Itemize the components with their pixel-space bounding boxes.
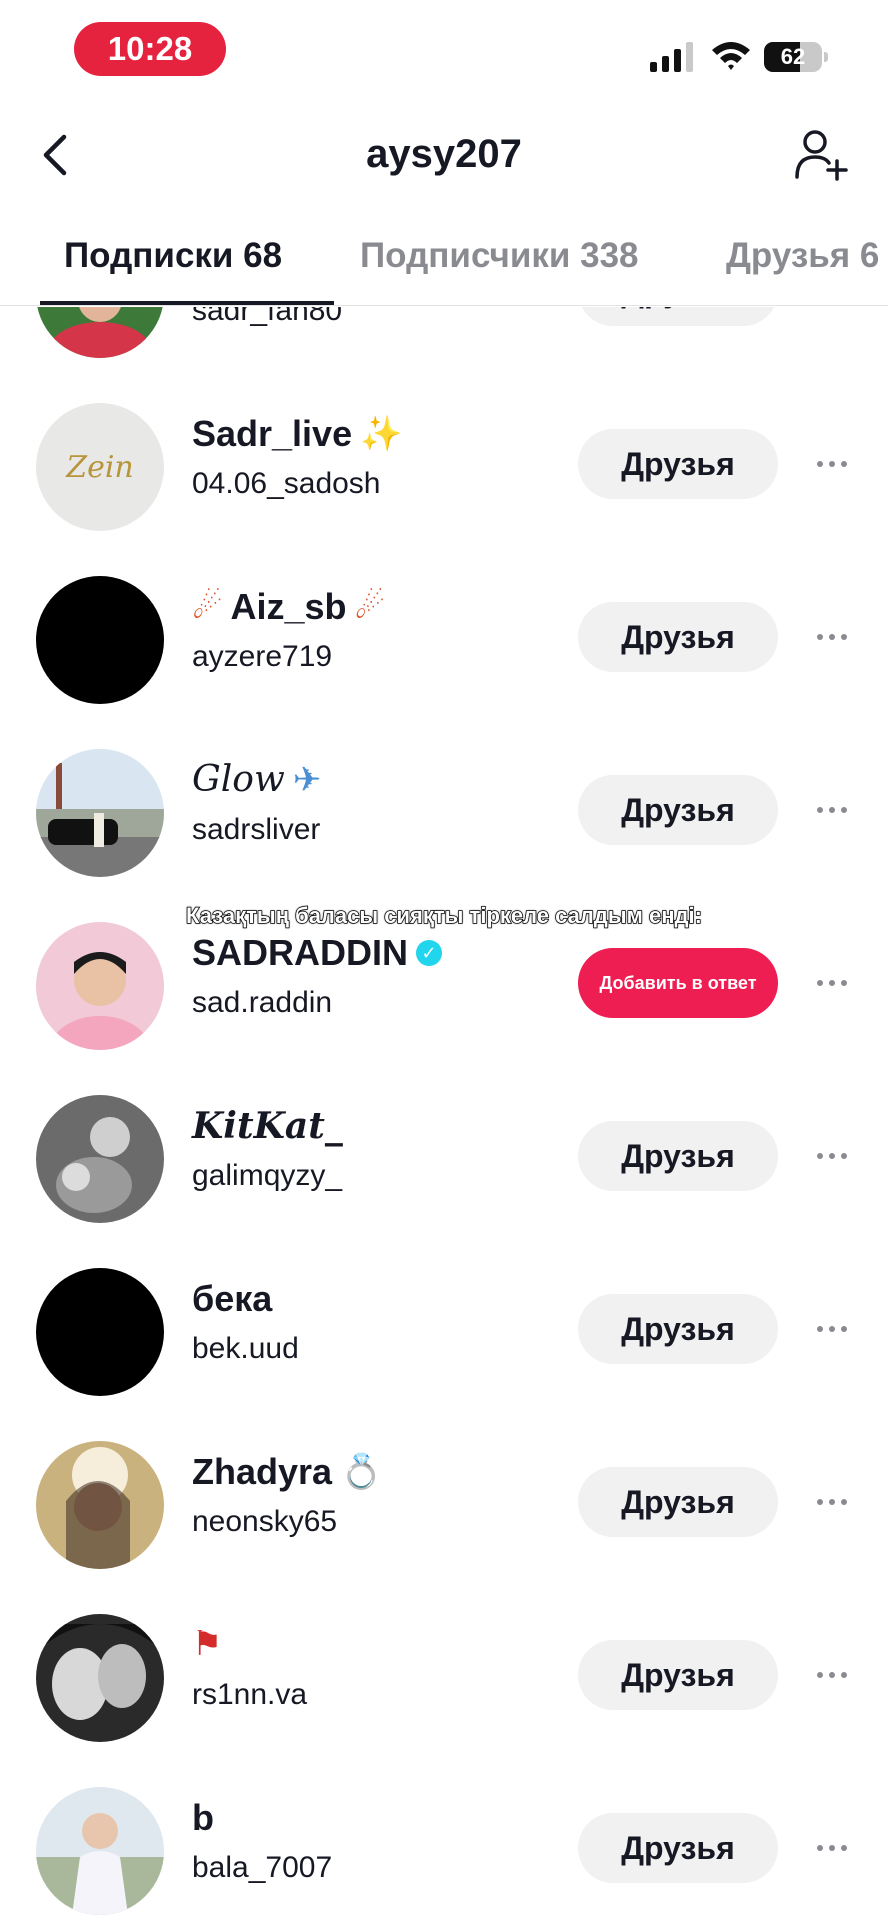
list-item[interactable]: ☄ Aiz_sb ☄ ayzere719 Друзья <box>0 552 888 725</box>
more-options-button[interactable] <box>810 622 854 652</box>
friends-button[interactable]: Друзья <box>578 775 778 845</box>
avatar[interactable] <box>36 1441 164 1569</box>
list-item[interactable]: ⚑ rs1nn.va Друзья <box>0 1590 888 1763</box>
display-name: ☄ Aiz_sb ☄ <box>192 586 386 627</box>
following-list[interactable]: sadr_fan80 Друзья Zein Sadr_live✨ 04.06_… <box>0 307 888 1920</box>
display-name: ⚑ <box>192 1624 222 1664</box>
username: rs1nn.va <box>192 1678 308 1711</box>
friends-button[interactable]: Друзья <box>578 1121 778 1191</box>
sparkles-icon: ✨ <box>360 415 403 453</box>
verified-badge-icon: ✓ <box>416 940 442 966</box>
username: bek.uud <box>192 1332 299 1365</box>
friends-button[interactable]: Друзья <box>578 307 778 326</box>
tab-followers[interactable]: Подписчики 338 <box>360 236 639 276</box>
avatar[interactable] <box>36 1268 164 1396</box>
avatar[interactable] <box>36 307 164 358</box>
display-name: KitKat_ <box>192 1105 343 1147</box>
comet-icon: ☄ <box>354 588 386 626</box>
red-flag-icon: ⚑ <box>192 1625 223 1663</box>
list-item[interactable]: Zein Sadr_live ✨ 04.06_sadosh Друзья <box>0 379 888 552</box>
svg-text:Zein: Zein <box>65 450 134 485</box>
friends-button[interactable]: Друзья <box>578 602 778 672</box>
display-name: бека <box>192 1278 273 1319</box>
wifi-icon <box>712 42 750 70</box>
airplane-icon: ✈ <box>292 759 322 800</box>
profile-header: aysy207 <box>0 110 888 200</box>
more-options-button[interactable] <box>810 1141 854 1171</box>
comet-icon: ☄ <box>192 588 223 626</box>
display-name: Zhadyra 💍 <box>192 1451 383 1492</box>
battery-icon: 62 <box>764 42 828 72</box>
avatar[interactable]: Zein <box>36 403 164 531</box>
username: 04.06_sadosh <box>192 467 381 500</box>
follow-back-button[interactable]: Добавить в ответ <box>578 948 778 1018</box>
avatar[interactable] <box>36 1787 164 1915</box>
more-options-button[interactable] <box>810 1833 854 1863</box>
tab-friends[interactable]: Друзья 6 <box>726 236 879 276</box>
list-item[interactable]: KitKat_ galimqyzy_ Друзья <box>0 1071 888 1244</box>
more-options-button[interactable] <box>810 795 854 825</box>
more-options-button[interactable] <box>810 1660 854 1690</box>
username: neonsky65 <box>192 1505 338 1538</box>
username: ayzere719 <box>192 640 333 673</box>
display-name: Glow ✈ <box>192 759 322 800</box>
more-options-button[interactable] <box>810 449 854 479</box>
status-bar: 10:28 62 <box>0 0 888 100</box>
avatar[interactable] <box>36 576 164 704</box>
list-item[interactable]: Glow ✈ sadrsliver Друзья <box>0 725 888 898</box>
list-item[interactable]: b bala_7007 Друзья <box>0 1763 888 1920</box>
active-tab-indicator <box>40 301 334 305</box>
tab-bar: Подписки 68 Подписчики 338 Друзья 6 <box>0 220 888 306</box>
list-item[interactable]: sadr_fan80 Друзья <box>0 307 888 379</box>
avatar[interactable] <box>36 922 164 1050</box>
friends-button[interactable]: Друзья <box>578 1294 778 1364</box>
display-name: SADRADDIN ✓ <box>192 932 442 974</box>
friends-button[interactable]: Друзья <box>578 1813 778 1883</box>
avatar[interactable] <box>36 1095 164 1223</box>
display-name: b <box>192 1797 214 1838</box>
username: sad.raddin <box>192 986 333 1019</box>
friends-button[interactable]: Друзья <box>578 1467 778 1537</box>
friends-button[interactable]: Друзья <box>578 429 778 499</box>
status-time: 10:28 <box>74 22 226 76</box>
display-name: Sadr_live ✨ <box>192 413 403 454</box>
page-title: aysy207 <box>366 132 522 176</box>
chevron-left-icon <box>43 134 67 176</box>
tab-following[interactable]: Подписки 68 <box>64 236 282 276</box>
avatar[interactable] <box>36 1614 164 1742</box>
more-options-button[interactable] <box>810 1487 854 1517</box>
cellular-signal-icon <box>650 42 693 72</box>
list-item[interactable]: SADRADDIN ✓ sad.raddin Добавить в ответ <box>0 898 888 1071</box>
username: galimqyzy_ <box>192 1159 343 1192</box>
username: sadrsliver <box>192 813 321 846</box>
friends-button[interactable]: Друзья <box>578 1640 778 1710</box>
more-options-button[interactable] <box>810 968 854 998</box>
avatar[interactable] <box>36 749 164 877</box>
list-item[interactable]: бека bek.uud Друзья <box>0 1244 888 1417</box>
username: sadr_fan80 <box>192 307 343 327</box>
username: bala_7007 <box>192 1851 333 1884</box>
more-options-button[interactable] <box>810 1314 854 1344</box>
back-button[interactable] <box>30 128 80 182</box>
battery-level: 62 <box>780 44 806 69</box>
add-user-icon <box>795 130 848 181</box>
add-user-button[interactable] <box>790 124 852 186</box>
list-item[interactable]: Zhadyra 💍 neonsky65 Друзья <box>0 1417 888 1590</box>
ring-icon: 💍 <box>340 1453 383 1491</box>
